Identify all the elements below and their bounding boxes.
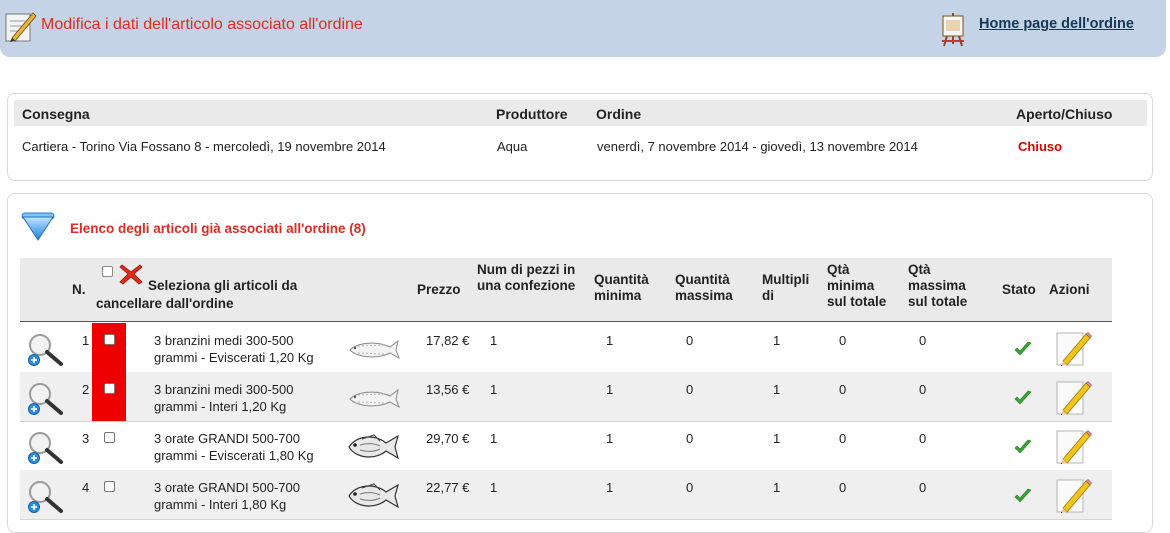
article-name-line1: 3 orate GRANDI 500-700 xyxy=(154,431,300,446)
edit-pencil-icon[interactable] xyxy=(1053,426,1093,466)
th-qty-max: Quantità massima xyxy=(675,272,733,303)
select-all-checkbox[interactable] xyxy=(102,266,113,277)
article-name-line2: grammi - Eviscerati 1,80 Kg xyxy=(154,448,314,463)
edit-pencil-icon[interactable] xyxy=(1053,377,1093,417)
article-qty-max-total: 0 xyxy=(919,333,927,348)
checkmark-icon xyxy=(1014,341,1032,356)
zoom-in-icon[interactable] xyxy=(25,428,65,468)
zoom-in-icon[interactable] xyxy=(25,379,65,419)
col-producer: Produttore xyxy=(496,106,568,122)
article-qty-max: 0 xyxy=(686,333,694,348)
sea-bream-icon xyxy=(348,434,399,460)
row-number: 1 xyxy=(82,333,90,348)
article-multiples: 1 xyxy=(773,431,781,446)
article-name-line2: grammi - Interi 1,80 Kg xyxy=(154,497,287,512)
article-qty-max: 0 xyxy=(686,382,694,397)
collapse-triangle-icon[interactable] xyxy=(21,210,55,242)
edit-document-icon xyxy=(5,12,37,42)
col-open-closed: Aperto/Chiuso xyxy=(1016,106,1113,122)
article-qty-max: 0 xyxy=(686,431,694,446)
easel-icon xyxy=(942,13,964,47)
status-badge: Chiuso xyxy=(1018,139,1063,154)
article-multiples: 1 xyxy=(773,382,781,397)
th-qty-min: Quantità minima xyxy=(594,272,649,303)
article-name-line1: 3 branzini medi 300-500 xyxy=(154,382,294,397)
article-qty-min-total: 0 xyxy=(839,382,847,397)
article-name-line2: grammi - Eviscerati 1,20 Kg xyxy=(154,350,314,365)
article-multiples: 1 xyxy=(773,333,781,348)
th-select-line1: Seleziona gli articoli da xyxy=(148,278,298,293)
article-price: 22,77 € xyxy=(426,480,470,495)
delivery-value: Cartiera - Torino Via Fossano 8 - mercol… xyxy=(22,139,386,154)
checkmark-icon xyxy=(1014,439,1032,454)
article-qty-min: 1 xyxy=(606,431,614,446)
article-qty-max-total: 0 xyxy=(919,480,927,495)
article-pieces: 1 xyxy=(490,333,498,348)
row-select-checkbox[interactable] xyxy=(104,481,115,492)
article-qty-max: 0 xyxy=(686,480,694,495)
row-select-checkbox[interactable] xyxy=(104,432,115,443)
article-qty-max-total: 0 xyxy=(919,382,927,397)
article-qty-min: 1 xyxy=(606,333,614,348)
producer-value: Aqua xyxy=(497,139,528,154)
row-number: 4 xyxy=(82,480,90,495)
th-qty-max-total: Qtà massima sul totale xyxy=(908,262,968,309)
delete-x-icon[interactable] xyxy=(118,262,144,286)
checkmark-icon xyxy=(1014,488,1032,503)
order-dates-value: venerdì, 7 novembre 2014 - giovedì, 13 n… xyxy=(597,139,918,154)
article-name-line1: 3 orate GRANDI 500-700 xyxy=(154,480,300,495)
th-price: Prezzo xyxy=(417,282,461,297)
th-qty-min-total: Qtà minima sul totale xyxy=(827,262,887,309)
article-price: 13,56 € xyxy=(426,382,470,397)
table-row: 4 3 orate GRANDI 500-700 grammi - Interi… xyxy=(20,470,1112,520)
checkmark-icon xyxy=(1014,390,1032,405)
col-order: Ordine xyxy=(596,106,642,122)
article-qty-min-total: 0 xyxy=(839,333,847,348)
sea-bass-icon xyxy=(349,388,400,409)
zoom-in-icon[interactable] xyxy=(25,330,65,370)
col-delivery: Consegna xyxy=(22,106,90,122)
table-row: 3 3 orate GRANDI 500-700 grammi - Evisce… xyxy=(20,421,1112,471)
sea-bream-icon xyxy=(348,483,399,509)
edit-pencil-icon[interactable] xyxy=(1053,475,1093,515)
article-pieces: 1 xyxy=(490,431,498,446)
title-bar: Modifica i dati dell'articolo associato … xyxy=(0,0,1166,57)
table-row: 2 3 branzini medi 300-500 grammi - Inter… xyxy=(20,372,1112,422)
articles-list-title: Elenco degli articoli già associati all'… xyxy=(70,221,366,236)
th-number: N. xyxy=(72,282,86,297)
article-qty-min: 1 xyxy=(606,382,614,397)
table-row: 1 3 branzini medi 300-500 grammi - Evisc… xyxy=(20,323,1112,373)
row-select-checkbox[interactable] xyxy=(104,383,115,394)
th-multiples: Multipli di xyxy=(762,272,810,303)
edit-pencil-icon[interactable] xyxy=(1053,328,1093,368)
selected-highlight xyxy=(92,372,126,421)
article-price: 17,82 € xyxy=(426,333,470,348)
article-price: 29,70 € xyxy=(426,431,470,446)
selected-highlight xyxy=(92,323,126,372)
row-number: 2 xyxy=(82,382,90,397)
article-qty-min-total: 0 xyxy=(839,480,847,495)
article-pieces: 1 xyxy=(490,382,498,397)
order-info-panel: Consegna Produttore Ordine Aperto/Chiuso… xyxy=(7,93,1153,181)
articles-panel: Elenco degli articoli già associati all'… xyxy=(7,193,1153,533)
article-multiples: 1 xyxy=(773,480,781,495)
th-status: Stato xyxy=(1002,282,1036,297)
home-page-link[interactable]: Home page dell'ordine xyxy=(979,16,1134,32)
article-qty-min-total: 0 xyxy=(839,431,847,446)
row-number: 3 xyxy=(82,431,90,446)
sea-bass-icon xyxy=(349,339,400,360)
article-qty-max-total: 0 xyxy=(919,431,927,446)
article-name-line1: 3 branzini medi 300-500 xyxy=(154,333,294,348)
zoom-in-icon[interactable] xyxy=(25,477,65,517)
article-qty-min: 1 xyxy=(606,480,614,495)
row-select-checkbox[interactable] xyxy=(104,334,115,345)
th-select-line2: cancellare dall'ordine xyxy=(96,296,234,311)
article-name-line2: grammi - Interi 1,20 Kg xyxy=(154,399,287,414)
page-title: Modifica i dati dell'articolo associato … xyxy=(41,16,363,33)
article-pieces: 1 xyxy=(490,480,498,495)
th-pieces: Num di pezzi in una confezione xyxy=(477,262,576,293)
th-actions: Azioni xyxy=(1049,282,1090,297)
